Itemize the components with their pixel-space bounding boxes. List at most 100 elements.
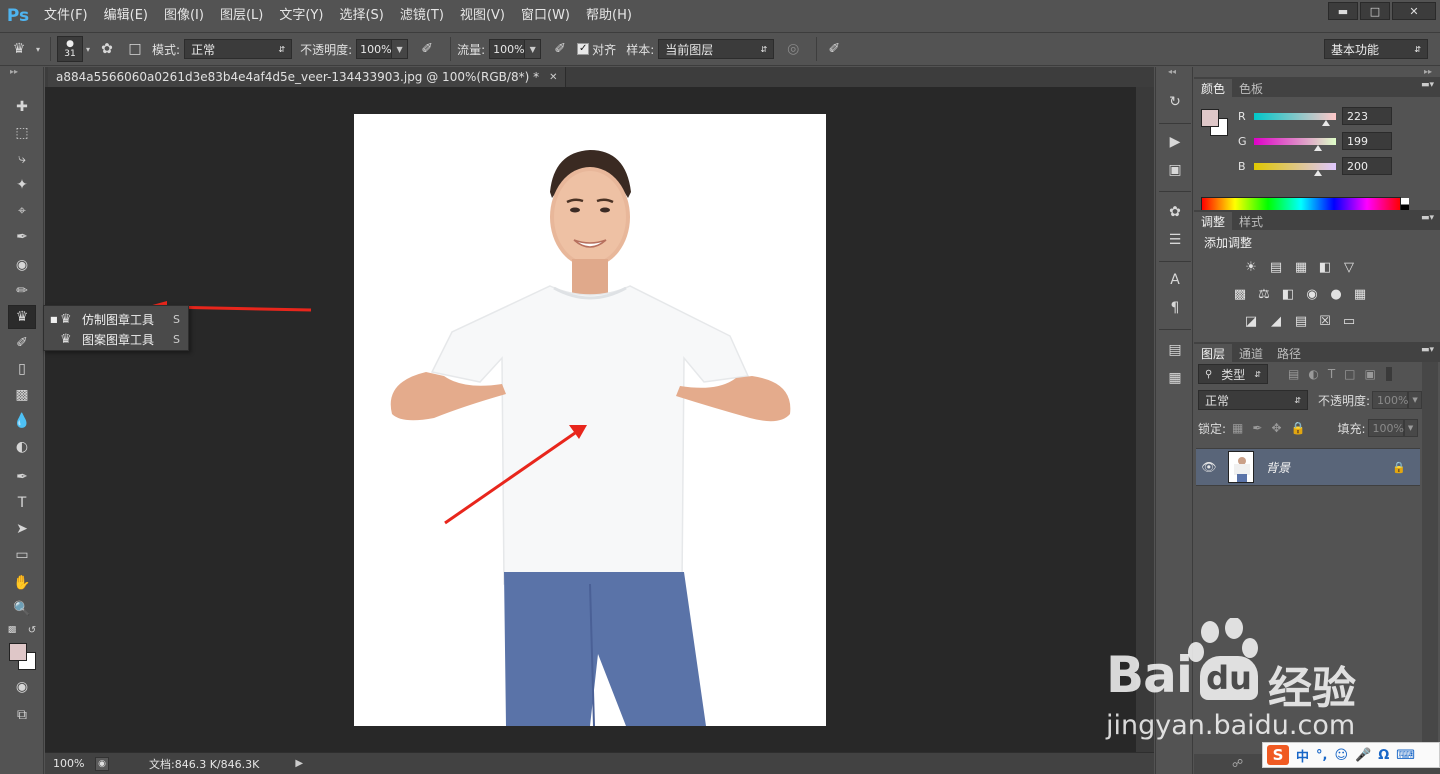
history-panel-icon[interactable]: ↻ (1163, 91, 1187, 113)
red-value-field[interactable]: 223 (1342, 107, 1392, 125)
magic-wand-tool-icon[interactable]: ✦ (8, 173, 36, 197)
special-symbols-icon[interactable]: Ω (1378, 748, 1389, 763)
eyedropper-tool-icon[interactable]: ✒ (8, 225, 36, 249)
clone-source-panel-icon[interactable]: □ (124, 38, 146, 60)
color-balance-icon[interactable]: ⚖ (1255, 285, 1273, 303)
selective-color-icon[interactable]: ☒ (1316, 312, 1334, 330)
collapse-panels-icon[interactable]: ▸▸ (1424, 67, 1432, 76)
canvas-area[interactable] (45, 87, 1136, 752)
maximize-icon[interactable]: □ (1360, 2, 1390, 20)
menu-layer[interactable]: 图层(L) (212, 0, 271, 32)
workspace-select[interactable]: 基本功能 ⇵ (1324, 39, 1428, 59)
panel-menu-icon[interactable]: ▬▾ (1421, 345, 1434, 355)
sample-select[interactable]: 当前图层 ⇵ (658, 39, 775, 59)
opacity-field[interactable]: 100% (356, 39, 393, 59)
photo-filter-icon[interactable]: ◉ (1303, 285, 1321, 303)
layer-opacity-field[interactable]: 100% (1372, 391, 1409, 409)
filter-pixel-icon[interactable]: ▤ (1288, 367, 1299, 381)
screen-mode-icon[interactable]: ⧉ (8, 703, 36, 727)
3d-panel-icon[interactable]: ▣ (1163, 159, 1187, 181)
clone-stamp-tool-icon[interactable]: ♛ (8, 305, 36, 329)
visibility-eye-icon[interactable]: 👁 (1196, 460, 1222, 474)
layer-name[interactable]: 背景 (1266, 459, 1290, 476)
tool-presets-icon[interactable]: ☰ (1163, 229, 1187, 251)
brightness-contrast-icon[interactable]: ☀ (1242, 258, 1260, 276)
foreground-color-swatch[interactable] (9, 643, 27, 661)
status-options-icon[interactable]: ◉ (95, 756, 109, 771)
filter-toggle[interactable] (1385, 367, 1392, 381)
vertical-scrollbar[interactable] (1136, 87, 1154, 752)
mode-select[interactable]: 正常 ⇵ (184, 39, 293, 59)
minimize-icon[interactable]: ▬ (1328, 2, 1358, 20)
quick-mask-icon[interactable]: ◉ (8, 675, 36, 699)
blend-mode-select[interactable]: 正常 ⇵ (1198, 390, 1308, 410)
lasso-tool-icon[interactable]: ⤷ (8, 147, 36, 171)
menu-type[interactable]: 文字(Y) (271, 0, 331, 32)
brush-dropdown-icon[interactable]: ▾ (86, 45, 90, 54)
clone-stamp-tool-preset-icon[interactable]: ♛ (8, 38, 30, 60)
blur-tool-icon[interactable]: 💧 (8, 409, 36, 433)
fill-field[interactable]: 100% (1367, 419, 1404, 437)
close-icon[interactable]: ✕ (1392, 2, 1436, 20)
history-brush-tool-icon[interactable]: ✐ (8, 331, 36, 355)
hand-tool-icon[interactable]: ✋ (8, 571, 36, 595)
lock-position-icon[interactable]: ✥ (1271, 421, 1281, 435)
path-selection-tool-icon[interactable]: ➤ (8, 517, 36, 541)
filter-adjustment-icon[interactable]: ◐ (1308, 367, 1318, 381)
pen-tool-icon[interactable]: ✒ (8, 465, 36, 489)
green-track[interactable] (1254, 137, 1336, 151)
slider-blue[interactable]: B 200 (1238, 157, 1392, 176)
soft-keyboard-icon[interactable]: ⌨ (1396, 748, 1415, 763)
airbrush-icon[interactable]: ✐ (549, 38, 571, 60)
aligned-checkbox[interactable]: ✓ (577, 43, 590, 55)
info-panel-icon[interactable]: ▤ (1163, 339, 1187, 361)
levels-icon[interactable]: ▤ (1267, 258, 1285, 276)
green-thumb[interactable] (1313, 144, 1322, 151)
menu-view[interactable]: 视图(V) (452, 0, 513, 32)
tab-styles[interactable]: 样式 (1232, 212, 1270, 230)
menu-image[interactable]: 图像(I) (156, 0, 212, 32)
layer-opacity-dropdown-icon[interactable]: ▼ (1408, 391, 1423, 409)
menu-select[interactable]: 选择(S) (331, 0, 391, 32)
emoji-icon[interactable]: ☺ (1334, 748, 1348, 763)
filter-type-icon[interactable]: T (1328, 367, 1335, 381)
invert-icon[interactable]: ◪ (1242, 312, 1260, 330)
tab-color[interactable]: 颜色 (1194, 79, 1233, 97)
pressure-size-icon[interactable]: ✐ (823, 38, 845, 60)
brush-panel-icon[interactable]: ✿ (96, 38, 118, 60)
channel-mixer-icon[interactable]: ● (1327, 285, 1345, 303)
layer-row-background[interactable]: 👁 背景 🔒 (1196, 448, 1420, 486)
crop-tool-icon[interactable]: ⌖ (8, 199, 36, 223)
threshold-icon[interactable]: ▤ (1292, 312, 1310, 330)
flyout-item-clone-stamp[interactable]: ■ ♛ 仿制图章工具 S (44, 309, 188, 329)
blue-track[interactable] (1254, 162, 1336, 176)
brush-preset-picker[interactable]: ● 31 (57, 36, 84, 62)
fill-dropdown-icon[interactable]: ▼ (1403, 419, 1418, 437)
gradient-map-icon[interactable]: ▭ (1340, 312, 1358, 330)
tab-channels[interactable]: 通道 (1232, 344, 1270, 362)
exposure-icon[interactable]: ◧ (1316, 258, 1334, 276)
brush-presets-icon[interactable]: ✿ (1163, 201, 1187, 223)
voice-icon[interactable]: 🎤 (1355, 748, 1371, 763)
green-value-field[interactable]: 199 (1342, 132, 1392, 150)
panel-foreground-swatch[interactable] (1201, 109, 1219, 127)
hue-saturation-icon[interactable]: ▩ (1231, 285, 1249, 303)
default-colors-icon[interactable]: ▩ (4, 623, 20, 637)
posterize-icon[interactable]: ◢ (1267, 312, 1285, 330)
swap-colors-icon[interactable]: ↺ (24, 623, 40, 637)
punctuation-icon[interactable]: °, (1316, 748, 1327, 763)
slider-green[interactable]: G 199 (1238, 132, 1392, 151)
close-tab-icon[interactable]: ✕ (549, 72, 557, 83)
flow-dropdown-icon[interactable]: ▼ (525, 39, 542, 59)
opacity-dropdown-icon[interactable]: ▼ (392, 39, 409, 59)
flyout-item-pattern-stamp[interactable]: ♛ 图案图章工具 S (44, 329, 188, 349)
lock-all-icon[interactable]: 🔒 (1291, 421, 1306, 435)
menu-help[interactable]: 帮助(H) (578, 0, 640, 32)
color-lookup-icon[interactable]: ▦ (1351, 285, 1369, 303)
red-thumb[interactable] (1321, 119, 1330, 126)
ime-language[interactable]: 中 (1296, 746, 1309, 765)
dodge-tool-icon[interactable]: ◐ (8, 435, 36, 459)
notes-panel-icon[interactable]: ▦ (1163, 367, 1187, 389)
move-tool-icon[interactable]: ✚ (8, 95, 36, 119)
panel-menu-icon[interactable]: ▬▾ (1421, 213, 1434, 223)
